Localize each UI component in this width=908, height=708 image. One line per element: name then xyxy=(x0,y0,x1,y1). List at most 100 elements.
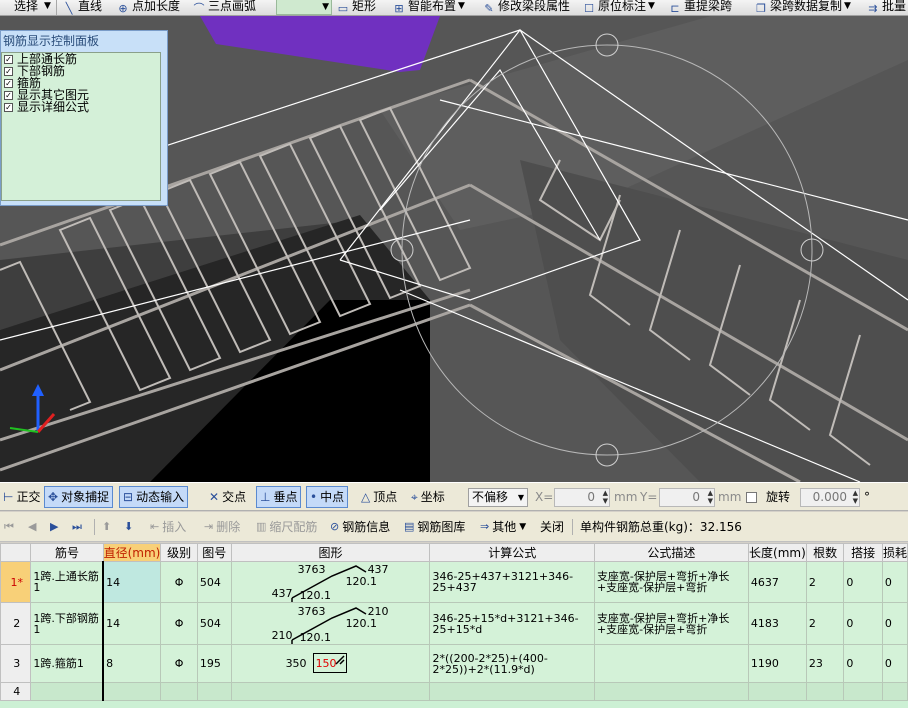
cell-formula[interactable]: 346-25+437+3121+346-25+437 xyxy=(429,561,595,603)
nav-first-button[interactable]: ⏮ xyxy=(4,517,14,537)
span-copy-button[interactable]: ❐ 梁跨数据复制 ▼ xyxy=(754,0,851,15)
cell-diameter[interactable]: 14 xyxy=(102,602,162,645)
cell-formula[interactable] xyxy=(429,682,595,701)
cell-lap[interactable] xyxy=(843,682,883,701)
intersection-button[interactable]: ✕ 交点 xyxy=(206,486,249,508)
select-button[interactable]: 选择 ▼ xyxy=(0,0,51,15)
cell-name[interactable]: 1跨.上通长筋1 xyxy=(30,561,104,603)
header-diameter[interactable]: 直径(mm) xyxy=(102,543,162,562)
cell-count[interactable]: 23 xyxy=(805,644,845,683)
object-snap-button[interactable]: ✥ 对象捕捉 xyxy=(44,486,114,508)
checkbox-icon[interactable]: ✓ xyxy=(4,78,13,88)
checkbox-icon[interactable]: ✓ xyxy=(4,54,13,64)
cell-shape[interactable]: 3763 437 120.1 437 120.1 xyxy=(230,561,431,603)
cell-description[interactable]: 支座宽-保护层+弯折+净长+支座宽-保护层+弯折 xyxy=(593,561,749,603)
close-button[interactable]: 关闭 xyxy=(540,517,564,537)
cell-lap[interactable]: 0 xyxy=(843,561,883,603)
header-lap[interactable]: 搭接 xyxy=(843,543,883,562)
point-length-button[interactable]: ⊕ 点加长度 xyxy=(116,0,180,15)
batch-button[interactable]: ⇉ 批量 xyxy=(866,0,906,15)
cell-shape[interactable]: 350 150 xyxy=(230,644,431,683)
cell-name[interactable] xyxy=(30,682,104,701)
cell-grade[interactable]: Φ xyxy=(160,644,198,683)
cell-diameter[interactable]: 8 xyxy=(102,644,162,683)
nav-last-button[interactable]: ⏭ xyxy=(72,517,82,537)
rebar-info-button[interactable]: ⊘ 钢筋信息 xyxy=(330,517,390,537)
header-shape[interactable]: 图形 xyxy=(230,543,431,562)
header-name[interactable]: 筋号 xyxy=(30,543,104,562)
cell-shape[interactable] xyxy=(230,682,431,701)
nav-next-button[interactable]: ▶ xyxy=(50,517,58,537)
cell-loss[interactable] xyxy=(881,682,908,701)
cell-description[interactable]: 支座宽-保护层+弯折+净长+支座宽-保护层+弯折 xyxy=(593,602,749,645)
header-loss[interactable]: 损耗 xyxy=(881,543,908,562)
line-button[interactable]: ╲ 直线 xyxy=(62,0,102,15)
rotate-checkbox[interactable] xyxy=(746,492,757,503)
beam-span-button[interactable]: ⊏ 重提梁跨 xyxy=(668,0,732,15)
ortho-button[interactable]: ⊢ 正交 xyxy=(0,486,43,508)
spinner-icon[interactable]: ▲ ▼ xyxy=(603,489,608,505)
offset-mode-dropdown[interactable]: 不偏移 ▼ xyxy=(468,488,528,507)
cell-fig-no[interactable]: 504 xyxy=(196,561,232,603)
arc-button[interactable]: ⌒ 三点画弧 xyxy=(192,0,257,15)
table-row[interactable]: 2 1跨.下部钢筋1 14 Φ 504 3763 210 120.1 210 1… xyxy=(0,602,908,645)
cell-grade[interactable] xyxy=(160,682,198,701)
delete-button[interactable]: ⇥ 删除 xyxy=(204,517,240,537)
cell-length[interactable]: 4637 xyxy=(747,561,807,603)
move-down-button[interactable]: ⬇ xyxy=(124,517,133,537)
header-grade[interactable]: 级别 xyxy=(160,543,198,562)
cell-shape[interactable]: 3763 210 120.1 210 120.1 xyxy=(230,602,431,645)
cell-length[interactable] xyxy=(747,682,807,701)
cell-description[interactable] xyxy=(593,644,749,683)
cell-count[interactable] xyxy=(805,682,845,701)
spinner-icon[interactable]: ▲ ▼ xyxy=(708,489,713,505)
cell-loss[interactable]: 0 xyxy=(881,561,908,603)
smart-layout-button[interactable]: ⊞ 智能布置 ▼ xyxy=(392,0,465,15)
rectangle-button[interactable]: ▭ 矩形 xyxy=(336,0,376,15)
cell-length[interactable]: 1190 xyxy=(747,644,807,683)
edit-beam-button[interactable]: ✎ 修改梁段属性 xyxy=(482,0,570,15)
table-row[interactable]: 3 1跨.箍筋1 8 Φ 195 350 150 2*((200-2*25)+(… xyxy=(0,644,908,683)
spinner-icon[interactable]: ▲ ▼ xyxy=(853,489,858,505)
annotation-button[interactable]: ☐ 原位标注 ▼ xyxy=(582,0,655,15)
cell-fig-no[interactable] xyxy=(196,682,232,701)
cell-fig-no[interactable]: 195 xyxy=(196,644,232,683)
option-detailed-formula[interactable]: ✓ 显示详细公式 xyxy=(2,101,160,113)
row-number[interactable]: 1* xyxy=(0,561,32,603)
cell-diameter[interactable] xyxy=(102,682,162,701)
cell-lap[interactable]: 0 xyxy=(843,602,883,645)
cell-fig-no[interactable]: 504 xyxy=(196,602,232,645)
cell-name[interactable]: 1跨.箍筋1 xyxy=(30,644,104,683)
header-count[interactable]: 根数 xyxy=(805,543,845,562)
3d-viewport[interactable]: 钢筋显示控制面板 ✓ 上部通长筋 ✓ 下部钢筋 ✓ 箍筋 ✓ 显示其它图元 ✓ 显示详细公… xyxy=(0,16,908,482)
nav-prev-button[interactable]: ◀ xyxy=(28,517,36,537)
cell-formula[interactable]: 346-25+15*d+3121+346-25+15*d xyxy=(429,602,595,645)
checkbox-icon[interactable]: ✓ xyxy=(4,90,13,100)
midpoint-button[interactable]: • 中点 xyxy=(306,486,349,508)
table-row[interactable]: 1* 1跨.上通长筋1 14 Φ 504 3763 437 120.1 437 xyxy=(0,561,908,603)
cell-diameter[interactable]: 14 xyxy=(102,561,162,603)
row-number[interactable]: 3 xyxy=(0,644,32,683)
cell-grade[interactable]: Φ xyxy=(160,602,198,645)
header-formula[interactable]: 计算公式 xyxy=(429,543,595,562)
other-button[interactable]: ⇒ 其他 ▼ xyxy=(480,517,526,537)
checkbox-icon[interactable]: ✓ xyxy=(4,102,13,112)
cell-loss[interactable]: 0 xyxy=(881,644,908,683)
cell-formula[interactable]: 2*((200-2*25)+(400-2*25))+2*(11.9*d) xyxy=(429,644,595,683)
checkbox-icon[interactable]: ✓ xyxy=(4,66,13,76)
cell-description[interactable] xyxy=(593,682,749,701)
rotate-input[interactable]: 0.000 ▲ ▼ xyxy=(800,488,860,507)
cell-lap[interactable]: 0 xyxy=(843,644,883,683)
row-number[interactable]: 4 xyxy=(0,682,32,701)
cell-count[interactable]: 2 xyxy=(805,602,845,645)
rebar-library-button[interactable]: ▤ 钢筋图库 xyxy=(404,517,465,537)
coordinate-button[interactable]: ⌖ 坐标 xyxy=(408,486,448,508)
insert-button[interactable]: ⇤ 插入 xyxy=(150,517,186,537)
vertex-button[interactable]: △ 顶点 xyxy=(358,486,400,508)
cell-name[interactable]: 1跨.下部钢筋1 xyxy=(30,602,104,645)
x-input[interactable]: 0 ▲ ▼ xyxy=(554,488,610,507)
header-description[interactable]: 公式描述 xyxy=(593,543,749,562)
draw-mode-combo[interactable]: ▼ xyxy=(276,0,332,15)
row-number[interactable]: 2 xyxy=(0,602,32,645)
header-length[interactable]: 长度(mm) xyxy=(747,543,807,562)
